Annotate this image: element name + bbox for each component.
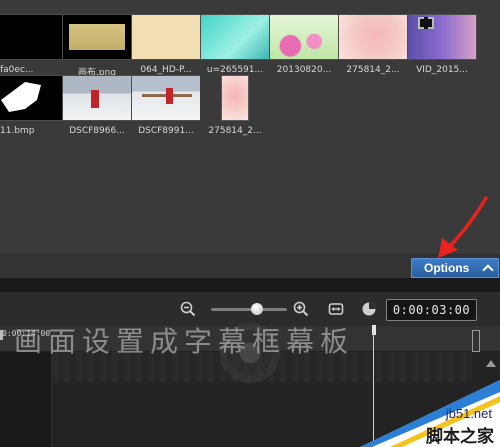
media-label: u=265591... bbox=[206, 65, 264, 75]
site-badge: jb51.net 脚本之家 bbox=[360, 362, 500, 447]
badge-name: 脚本之家 bbox=[426, 427, 494, 447]
media-thumbnail bbox=[200, 75, 270, 121]
zoom-slider-thumb[interactable] bbox=[251, 303, 263, 315]
media-label: 064_HD-P... bbox=[140, 65, 192, 75]
panel-divider bbox=[0, 278, 500, 292]
media-label: VID_2015... bbox=[416, 65, 468, 75]
media-label: 20130820... bbox=[276, 65, 332, 75]
ruler-tick bbox=[0, 330, 3, 340]
media-thumbnail bbox=[200, 14, 270, 60]
media-library: fa0ec... 画布.png 064_HD-P... u=265591... … bbox=[0, 0, 500, 278]
timeline-end-marker[interactable] bbox=[472, 330, 480, 352]
media-label: fa0ec... bbox=[0, 65, 34, 75]
badge-domain: jb51.net bbox=[445, 406, 492, 421]
zoom-out-icon[interactable] bbox=[180, 301, 196, 317]
media-thumbnail bbox=[407, 14, 477, 60]
media-label: DSCF8991... bbox=[138, 126, 194, 136]
media-label: 275814_2... bbox=[346, 65, 400, 75]
video-film-icon bbox=[418, 17, 434, 29]
fit-icon[interactable] bbox=[328, 301, 344, 317]
media-label: 275814_2... bbox=[208, 126, 262, 136]
media-thumbnail bbox=[131, 75, 201, 121]
media-thumbnail bbox=[0, 14, 64, 60]
zoom-slider-track[interactable] bbox=[211, 308, 287, 311]
media-thumbnail bbox=[62, 14, 132, 60]
media-label: DSCF8966... bbox=[69, 126, 125, 136]
media-thumbnail bbox=[62, 75, 132, 121]
zoom-in-icon[interactable] bbox=[293, 301, 309, 317]
clock-icon[interactable] bbox=[361, 301, 377, 317]
media-label: 11.bmp bbox=[0, 126, 35, 136]
timecode-display[interactable]: 0:00:03:00 bbox=[386, 299, 477, 321]
media-thumbnail bbox=[338, 14, 408, 60]
watermark-text: 画面设置成字幕框幕板 bbox=[14, 325, 355, 358]
media-thumbnail bbox=[269, 14, 339, 60]
chevron-up-icon bbox=[482, 264, 494, 276]
media-thumbnail bbox=[0, 75, 64, 121]
annotation-arrow-icon bbox=[438, 196, 488, 258]
options-label: Options bbox=[424, 261, 470, 275]
track-header bbox=[0, 352, 52, 447]
media-thumbnail bbox=[131, 14, 201, 60]
